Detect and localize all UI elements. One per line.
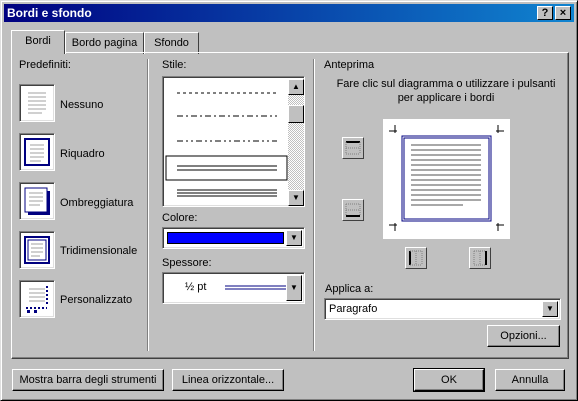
style-scrollbar[interactable]: ▲ ▼ xyxy=(288,79,304,206)
preview-diagram[interactable] xyxy=(383,119,510,239)
preset-custom-label[interactable]: Personalizzato xyxy=(60,294,132,306)
preset-shadow-label[interactable]: Ombreggiatura xyxy=(60,197,133,209)
style-listbox[interactable]: ▲ ▼ xyxy=(162,76,305,207)
anteprima-label: Anteprima xyxy=(324,59,375,71)
dialog-window: Bordi e sfondo ? × Bordi Bordo pagina Sf… xyxy=(0,0,578,401)
apply-to-value: Paragrafo xyxy=(329,303,378,315)
right-border-icon xyxy=(473,250,487,266)
width-line-preview xyxy=(225,285,287,290)
chevron-down-icon[interactable]: ▼ xyxy=(286,230,302,246)
top-border-icon xyxy=(345,141,361,155)
preset-none-label[interactable]: Nessuno xyxy=(60,99,103,111)
top-border-button[interactable] xyxy=(342,137,364,159)
width-value: ½ pt xyxy=(185,281,207,293)
color-dropdown[interactable]: ▼ xyxy=(162,227,305,249)
chevron-down-icon[interactable]: ▼ xyxy=(542,301,558,317)
separator xyxy=(313,59,315,351)
title-bar: Bordi e sfondo ? × xyxy=(4,4,574,22)
right-border-button[interactable] xyxy=(469,247,491,269)
predefiniti-label: Predefiniti: xyxy=(19,59,71,71)
custom-border-icon[interactable] xyxy=(19,280,55,318)
show-toolbar-button[interactable]: Mostra barra degli strumenti xyxy=(12,369,164,391)
preset-box-label[interactable]: Riquadro xyxy=(60,148,105,160)
color-swatch xyxy=(167,232,284,244)
tab-sfondo[interactable]: Sfondo xyxy=(144,32,199,54)
left-border-button[interactable] xyxy=(405,247,427,269)
window-title: Bordi e sfondo xyxy=(7,6,92,20)
applica-label: Applica a: xyxy=(325,283,374,295)
ok-button[interactable]: OK xyxy=(413,368,485,392)
left-border-icon xyxy=(409,250,423,266)
help-button[interactable]: ? xyxy=(537,6,553,20)
width-dropdown[interactable]: ½ pt ▼ xyxy=(162,272,305,304)
colore-label: Colore: xyxy=(162,212,198,224)
anteprima-instructions: Fare clic sul diagramma o utilizzare i p… xyxy=(336,78,556,104)
chevron-down-icon[interactable]: ▼ xyxy=(286,275,302,301)
bottom-border-button[interactable] xyxy=(342,199,364,221)
none-border-icon[interactable] xyxy=(19,84,55,122)
tab-bordi-label: Bordi xyxy=(25,35,51,47)
preset-3d-label[interactable]: Tridimensionale xyxy=(60,245,137,257)
tab-bordo-pagina-label: Bordo pagina xyxy=(71,37,138,49)
bottom-border-icon xyxy=(345,203,361,217)
scroll-down-icon[interactable]: ▼ xyxy=(288,190,304,206)
3d-border-icon[interactable] xyxy=(19,231,55,269)
separator xyxy=(147,59,149,351)
tab-bordi[interactable]: Bordi xyxy=(11,30,65,54)
tab-sfondo-label: Sfondo xyxy=(154,37,189,49)
options-button[interactable]: Opzioni... xyxy=(487,325,560,347)
spessore-label: Spessore: xyxy=(162,257,212,269)
cancel-button[interactable]: Annulla xyxy=(495,369,565,391)
stile-label: Stile: xyxy=(162,59,187,71)
apply-to-dropdown[interactable]: Paragrafo ▼ xyxy=(324,298,561,320)
close-button[interactable]: × xyxy=(555,6,571,20)
horizontal-line-button[interactable]: Linea orizzontale... xyxy=(172,369,284,391)
scroll-up-icon[interactable]: ▲ xyxy=(288,79,304,95)
scroll-thumb[interactable] xyxy=(288,105,304,123)
shadow-border-icon[interactable] xyxy=(19,182,55,220)
tab-bordo-pagina[interactable]: Bordo pagina xyxy=(65,32,144,54)
box-border-icon[interactable] xyxy=(19,133,55,171)
